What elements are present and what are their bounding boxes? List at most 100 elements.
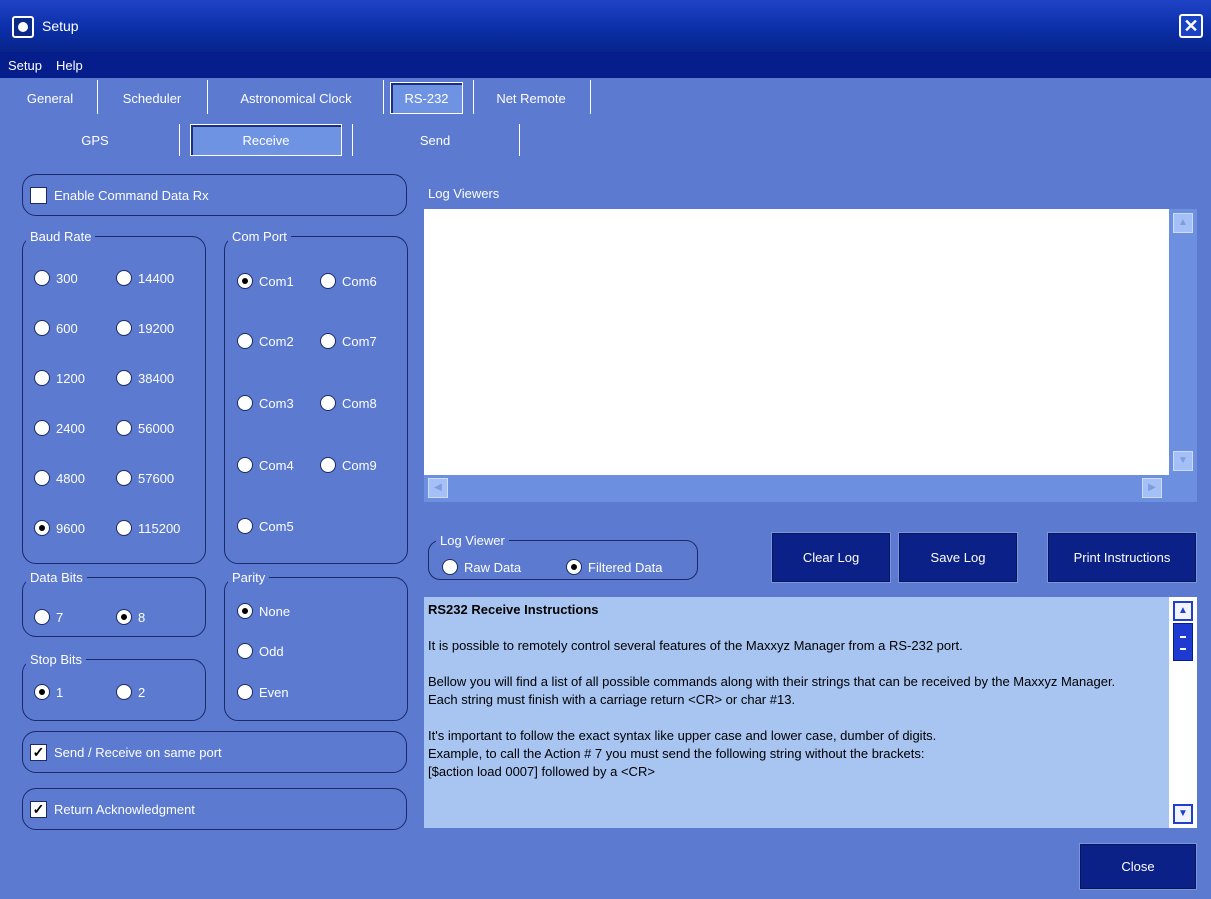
subtab-send[interactable]: Send [370,133,500,148]
baud-radio-115200[interactable]: 115200 [116,520,180,536]
baud-radio-9600[interactable]: 9600 [34,520,85,536]
instructions-p1: It is possible to remotely control sever… [428,638,963,653]
subtab-receive[interactable]: Receive [190,133,342,148]
instructions-panel[interactable]: RS232 Receive Instructions It is possibl… [424,597,1197,828]
baud-radio-38400[interactable]: 38400 [116,370,174,386]
baud-radio-600[interactable]: 600 [34,320,78,336]
databits-radio-8[interactable]: 8 [116,609,145,625]
stopbits-radio-1[interactable]: 1 [34,684,63,700]
instructions-scroll-down-icon[interactable]: ▼ [1173,804,1193,824]
log-vertical-scrollbar[interactable]: ▲ ▼ [1169,209,1197,475]
save-log-button[interactable]: Save Log [898,532,1018,583]
baud-radio-9600-label: 9600 [56,520,85,536]
same-port-checkbox[interactable]: ✓ Send / Receive on same port [30,744,222,761]
baud-radio-1200[interactable]: 1200 [34,370,85,386]
close-button[interactable]: Close [1079,843,1197,890]
parity-radio-none-dot [237,603,253,619]
stopbits-radio-1-label: 1 [56,684,64,700]
stopbits-radio-1-dot [34,684,50,700]
log-viewer-mode-title: Log Viewer [436,533,509,548]
scroll-left-icon[interactable]: ◀ [428,478,448,498]
parity-radio-odd-dot [237,643,253,659]
tab-rs232[interactable]: RS-232 [390,91,463,106]
instructions-scrollbar[interactable]: ▲ ▼ [1169,597,1197,828]
com-radio-com3-dot [237,395,253,411]
instructions-p3a: It's important to follow the exact synta… [428,728,937,743]
baud-radio-300-label: 300 [56,270,78,286]
scroll-right-icon[interactable]: ▶ [1142,478,1162,498]
instructions-scroll-up-icon[interactable]: ▲ [1173,601,1193,621]
radio-raw-label: Raw Data [464,559,522,575]
radio-filtered-data[interactable]: Filtered Data [566,559,662,575]
scroll-up-icon[interactable]: ▲ [1173,213,1193,233]
parity-title: Parity [228,570,270,585]
com-radio-com5-dot [237,518,253,534]
com-radio-com2[interactable]: Com2 [237,333,294,349]
scroll-down-icon[interactable]: ▼ [1173,451,1193,471]
ack-checkbox[interactable]: ✓ Return Acknowledgment [30,801,195,818]
baud-radio-56000-dot [116,420,132,436]
baud-radio-56000[interactable]: 56000 [116,420,174,436]
log-viewer-box[interactable]: ▲ ▼ ◀ ▶ [424,209,1197,502]
baud-radio-300[interactable]: 300 [34,270,78,286]
stopbits-radio-2[interactable]: 2 [116,684,145,700]
radio-raw-data[interactable]: Raw Data [442,559,521,575]
baud-radio-2400[interactable]: 2400 [34,420,85,436]
com-radio-com1-dot [237,273,253,289]
stopbits-radio-2-dot [116,684,132,700]
baud-radio-4800-label: 4800 [56,470,85,486]
instructions-scroll-thumb[interactable] [1173,623,1193,661]
databits-radio-7-dot [34,609,50,625]
radio-filtered-dot [566,559,582,575]
menu-help[interactable]: Help [56,58,83,73]
com-radio-com4[interactable]: Com4 [237,457,294,473]
baud-radio-14400-dot [116,270,132,286]
baud-radio-600-label: 600 [56,320,78,336]
com-radio-com8[interactable]: Com8 [320,395,377,411]
close-window-icon[interactable]: ✕ [1179,14,1203,38]
com-radio-com3[interactable]: Com3 [237,395,294,411]
baud-radio-19200[interactable]: 19200 [116,320,174,336]
parity-radio-even[interactable]: Even [237,684,289,700]
baud-radio-57600[interactable]: 57600 [116,470,174,486]
menu-setup[interactable]: Setup [8,58,42,73]
parity-radio-none[interactable]: None [237,603,290,619]
com-radio-com7-label: Com7 [342,333,377,349]
tab-astronomical-clock[interactable]: Astronomical Clock [214,91,378,106]
databits-radio-7[interactable]: 7 [34,609,63,625]
same-port-label: Send / Receive on same port [54,745,222,760]
same-port-box: ✓ [30,744,47,761]
title-bar[interactable]: Setup ✕ [0,0,1211,52]
tab-net-remote[interactable]: Net Remote [478,91,584,106]
parity-radio-odd[interactable]: Odd [237,643,284,659]
enable-rx-label: Enable Command Data Rx [54,188,209,203]
log-horizontal-scrollbar[interactable]: ◀ ▶ [424,475,1169,502]
com-radio-com6[interactable]: Com6 [320,273,377,289]
com-radio-com1-label: Com1 [259,273,294,289]
com-radio-com1[interactable]: Com1 [237,273,294,289]
com-radio-com9-label: Com9 [342,457,377,473]
baud-rate-title: Baud Rate [26,229,96,244]
instructions-p2b: Each string must finish with a carriage … [428,692,796,707]
com-radio-com4-label: Com4 [259,457,294,473]
print-instructions-button[interactable]: Print Instructions [1047,532,1197,583]
baud-radio-4800[interactable]: 4800 [34,470,85,486]
enable-rx-checkbox[interactable]: Enable Command Data Rx [30,187,209,204]
com-radio-com7[interactable]: Com7 [320,333,377,349]
tab-general[interactable]: General [10,91,90,106]
baud-radio-9600-dot [34,520,50,536]
parity-radio-none-label: None [259,603,291,619]
subtab-gps[interactable]: GPS [40,133,150,148]
instructions-p3b: Example, to call the Action # 7 you must… [428,746,925,761]
radio-raw-dot [442,559,458,575]
data-bits-group [22,577,206,637]
clear-log-button[interactable]: Clear Log [771,532,891,583]
tab-scheduler[interactable]: Scheduler [104,91,200,106]
baud-radio-14400[interactable]: 14400 [116,270,174,286]
ack-box: ✓ [30,801,47,818]
databits-radio-8-label: 8 [138,609,146,625]
parity-radio-odd-label: Odd [259,643,284,659]
com-radio-com5[interactable]: Com5 [237,518,294,534]
com-radio-com9[interactable]: Com9 [320,457,377,473]
parity-radio-even-label: Even [259,684,289,700]
